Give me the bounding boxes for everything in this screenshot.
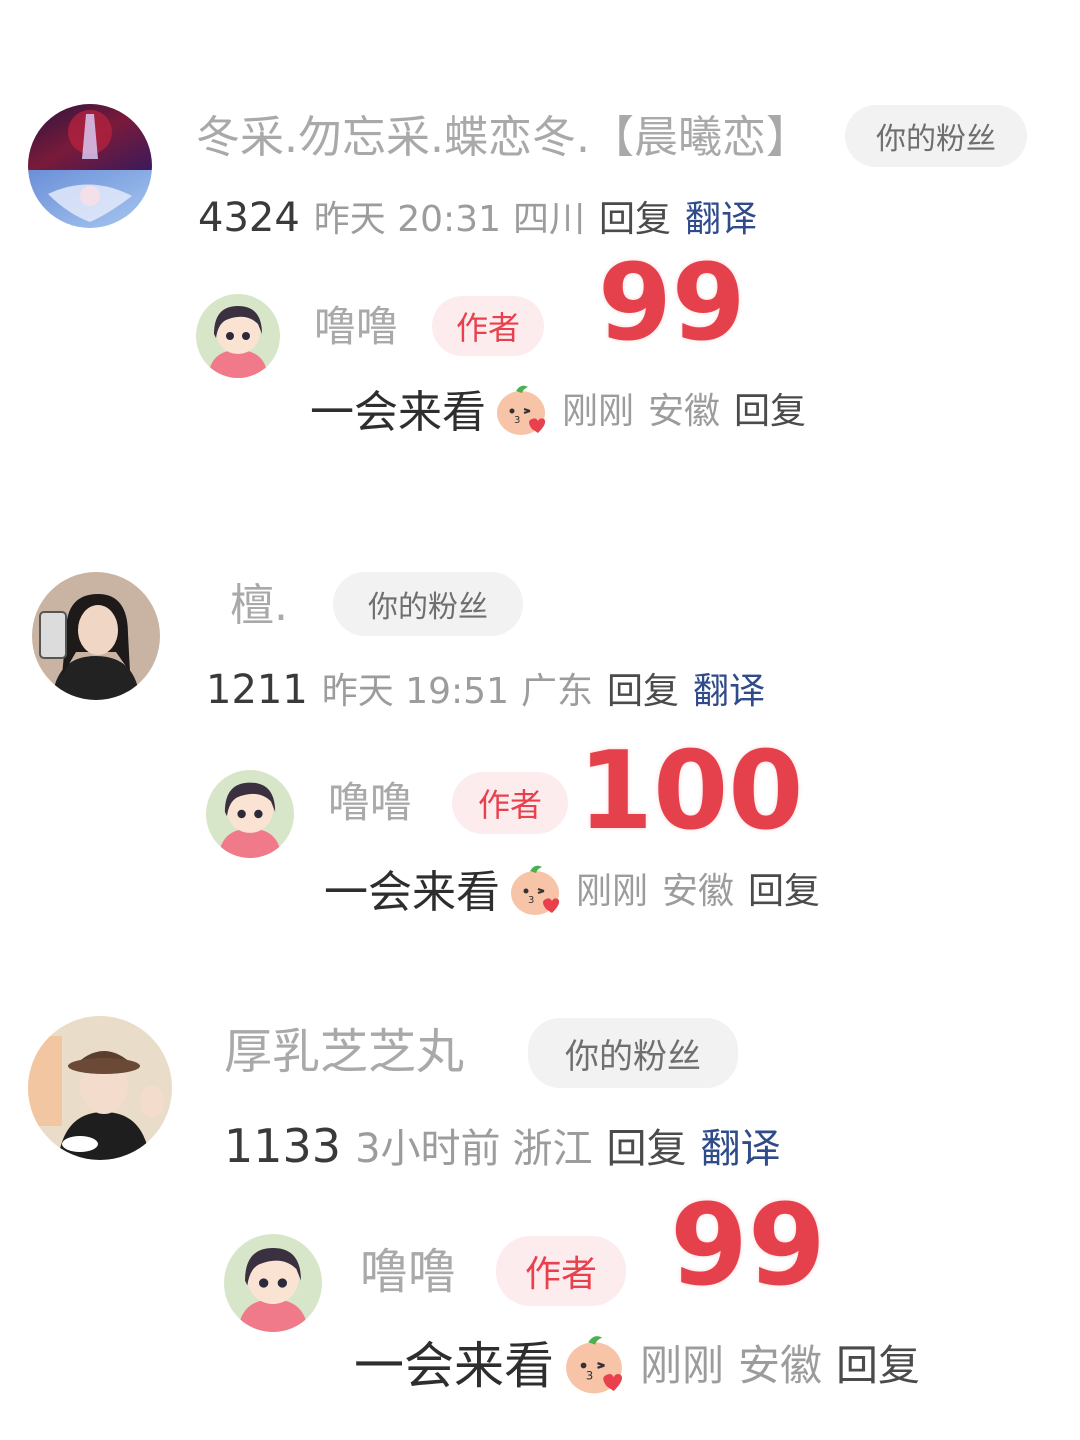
- reply-text: 一会来看: [354, 1337, 554, 1395]
- timestamp: 昨天 20:31: [313, 199, 501, 240]
- kissing-peach-emoji-icon: 3: [497, 385, 546, 435]
- location: 浙江: [512, 1126, 593, 1172]
- comment-meta: 4324 昨天 20:31 四川 回复 翻译: [198, 190, 757, 242]
- fan-badge: 你的粉丝: [845, 105, 1027, 167]
- reply-button[interactable]: 回复: [599, 190, 671, 242]
- reply-username[interactable]: 噜噜: [314, 306, 398, 348]
- kissing-peach-emoji-icon: 3: [566, 1336, 623, 1394]
- like-count[interactable]: 1133: [224, 1119, 341, 1173]
- svg-text:3: 3: [514, 415, 520, 426]
- fan-badge: 你的粉丝: [528, 1018, 738, 1088]
- reply-text: 一会来看: [324, 867, 500, 918]
- reply-timestamp: 刚刚: [640, 1340, 725, 1390]
- kissing-peach-emoji-icon: 3: [511, 865, 560, 915]
- reply-button[interactable]: 回复: [607, 662, 679, 714]
- like-count[interactable]: 4324: [198, 195, 300, 241]
- reply-button[interactable]: 回复: [748, 862, 820, 914]
- svg-text:3: 3: [586, 1368, 593, 1382]
- timestamp: 昨天 19:51: [321, 671, 509, 712]
- comment-meta: 1211 昨天 19:51 广东 回复 翻译: [206, 662, 765, 714]
- username[interactable]: 檀.: [230, 584, 288, 628]
- author-badge: 作者: [452, 772, 568, 834]
- overlay-number: 100: [576, 729, 804, 854]
- comment-meta: 1133 3小时前 浙江 回复 翻译: [224, 1116, 781, 1174]
- reply-username[interactable]: 噜噜: [328, 782, 412, 824]
- reply-text: 一会来看: [310, 387, 486, 438]
- location: 四川: [513, 199, 586, 240]
- reply-content: 一会来看 3 刚刚 安徽 回复: [324, 856, 820, 920]
- reply-button[interactable]: 回复: [836, 1332, 920, 1393]
- username[interactable]: 厚乳芝芝丸: [224, 1028, 464, 1076]
- anime-girl-avatar-icon[interactable]: [224, 1234, 322, 1332]
- translate-button[interactable]: 翻译: [701, 1116, 781, 1174]
- svg-text:3: 3: [528, 895, 534, 906]
- reply-location: 安徽: [662, 871, 735, 912]
- fan-badge: 你的粉丝: [333, 572, 523, 636]
- reply-timestamp: 刚刚: [562, 391, 635, 432]
- reply-username[interactable]: 噜噜: [360, 1248, 456, 1296]
- fantasy-art-avatar-icon[interactable]: [28, 104, 152, 228]
- author-badge: 作者: [496, 1236, 626, 1306]
- anime-girl-avatar-icon[interactable]: [206, 770, 294, 858]
- reply-location: 安徽: [738, 1340, 823, 1390]
- overlay-number: 99: [597, 241, 748, 364]
- reply-location: 安徽: [648, 391, 721, 432]
- reply-button[interactable]: 回复: [734, 382, 806, 434]
- like-count[interactable]: 1211: [206, 667, 308, 713]
- girl-photo-avatar-icon[interactable]: [32, 572, 160, 700]
- reply-timestamp: 刚刚: [576, 871, 649, 912]
- reply-content: 一会来看 3 刚刚 安徽 回复: [354, 1326, 920, 1398]
- author-badge: 作者: [432, 296, 544, 356]
- overlay-number: 99: [669, 1181, 828, 1311]
- reply-button[interactable]: 回复: [607, 1116, 687, 1174]
- username[interactable]: 冬采.勿忘采.蝶恋冬.【晨曦恋】: [196, 116, 810, 160]
- reply-content: 一会来看 3 刚刚 安徽 回复: [310, 376, 806, 440]
- woman-with-hat-avatar-icon[interactable]: [28, 1016, 172, 1160]
- timestamp: 3小时前: [355, 1126, 501, 1172]
- translate-button[interactable]: 翻译: [685, 190, 757, 242]
- anime-girl-avatar-icon[interactable]: [196, 294, 280, 378]
- translate-button[interactable]: 翻译: [693, 662, 765, 714]
- location: 广东: [521, 671, 594, 712]
